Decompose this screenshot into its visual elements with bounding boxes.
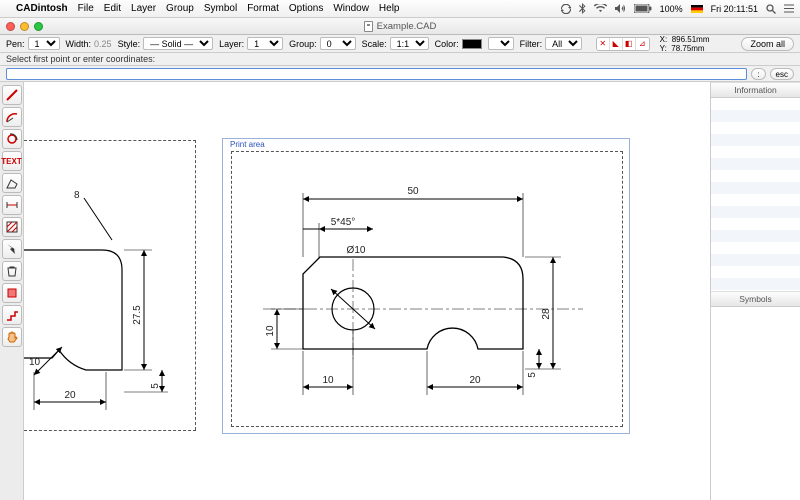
app-menu[interactable]: CADintosh — [16, 3, 68, 14]
macos-menubar: CADintosh File Edit Layer Group Symbol F… — [0, 0, 800, 18]
window-titlebar: Example.CAD — [0, 18, 800, 35]
zoom-button[interactable] — [34, 22, 43, 31]
step-tool[interactable] — [2, 305, 22, 325]
menu-help[interactable]: Help — [379, 3, 400, 14]
coord-readout: X: 896.51mm Y: 78.75mm — [660, 35, 710, 53]
menubar-right: 100% Fri 20:11:51 — [561, 3, 794, 14]
style-select[interactable]: — Solid — — [143, 37, 213, 50]
symbols-panel-header[interactable]: Symbols — [711, 291, 800, 307]
line-tool[interactable] — [2, 85, 22, 105]
svg-text:5: 5 — [527, 372, 538, 378]
width-label: Width: — [66, 39, 92, 49]
menu-edit[interactable]: Edit — [104, 3, 121, 14]
svg-text:10: 10 — [322, 375, 334, 386]
document-title: Example.CAD — [377, 21, 437, 32]
snap-angle-icon[interactable]: ◣ — [610, 38, 623, 50]
sync-icon — [561, 4, 571, 14]
close-button[interactable] — [6, 22, 15, 31]
esc-button[interactable]: esc — [770, 68, 794, 80]
svg-text:10: 10 — [265, 325, 276, 337]
filter-label: Filter: — [520, 39, 543, 49]
width-value: 0.25 — [94, 39, 112, 49]
traffic-lights[interactable] — [6, 22, 43, 31]
menu-group[interactable]: Group — [166, 3, 194, 14]
menu-window[interactable]: Window — [333, 3, 369, 14]
flag-icon — [691, 5, 703, 13]
hand-tool[interactable] — [2, 327, 22, 347]
speaker-icon — [615, 4, 626, 13]
text-tool[interactable]: TEXT — [2, 151, 22, 171]
svg-text:Ø10: Ø10 — [347, 245, 366, 256]
battery-icon — [634, 4, 652, 13]
svg-text:20: 20 — [469, 375, 481, 386]
svg-text:28: 28 — [541, 308, 552, 320]
color-label: Color: — [435, 39, 459, 49]
colon-button[interactable]: : — [751, 68, 765, 80]
document-icon — [364, 21, 373, 32]
shape-tool[interactable] — [2, 283, 22, 303]
symbols-panel-body — [711, 307, 800, 500]
menu-layer[interactable]: Layer — [131, 3, 156, 14]
menu-file[interactable]: File — [78, 3, 94, 14]
main-drawing-page: 50 5*45° Ø10 10 10 20 — [222, 138, 630, 434]
group-select[interactable]: 0 — [320, 37, 356, 50]
layer-label: Layer: — [219, 39, 244, 49]
hatch-tool[interactable] — [2, 217, 22, 237]
zoom-all-button[interactable]: Zoom all — [741, 37, 794, 51]
poly-tool[interactable] — [2, 173, 22, 193]
group-label: Group: — [289, 39, 317, 49]
battery-percent: 100% — [660, 4, 683, 14]
snap-end-icon[interactable]: ⊿ — [636, 38, 649, 50]
drawing-canvas[interactable]: Print area 8 27.5 10 20 — [24, 82, 710, 500]
snap-x-icon[interactable]: ✕ — [597, 38, 610, 50]
menu-options[interactable]: Options — [289, 3, 323, 14]
gear-select[interactable]: ✲ — [488, 37, 514, 50]
filter-select[interactable]: All — [545, 37, 582, 50]
svg-text:50: 50 — [407, 186, 419, 197]
information-panel-body — [711, 98, 800, 291]
layer-select[interactable]: 1 — [247, 37, 283, 50]
pen-label: Pen: — [6, 39, 25, 49]
style-label: Style: — [118, 39, 141, 49]
spotlight-icon — [766, 4, 776, 14]
tool-palette: TEXT — [0, 82, 24, 500]
clock: Fri 20:11:51 — [711, 4, 758, 14]
circle-tool[interactable] — [2, 129, 22, 149]
menu-format[interactable]: Format — [247, 3, 279, 14]
trash-tool[interactable] — [2, 261, 22, 281]
arc-tool[interactable] — [2, 107, 22, 127]
svg-text:8: 8 — [74, 190, 80, 201]
notifications-icon — [784, 4, 794, 13]
menu-symbol[interactable]: Symbol — [204, 3, 237, 14]
snap-grid-icon[interactable]: ◧ — [623, 38, 636, 50]
workspace: TEXT Print area 8 27.5 — [0, 82, 800, 500]
status-line: Select first point or enter coordinates: — [0, 53, 800, 66]
scale-select[interactable]: 1:1 — [390, 37, 429, 50]
command-input-row: : esc — [0, 66, 800, 82]
information-panel-header[interactable]: Information — [711, 82, 800, 98]
partial-drawing-left: 8 27.5 10 20 5 — [24, 140, 200, 430]
bluetooth-icon — [579, 3, 586, 14]
snap-buttons[interactable]: ✕◣◧⊿ — [596, 37, 650, 51]
dimension-tool[interactable] — [2, 195, 22, 215]
pen-select[interactable]: 1 — [28, 37, 60, 50]
svg-text:20: 20 — [64, 390, 76, 401]
svg-text:5: 5 — [150, 383, 161, 389]
right-panel: Information Symbols — [710, 82, 800, 500]
svg-text:10: 10 — [29, 357, 41, 368]
wifi-icon — [594, 4, 607, 13]
svg-text:27.5: 27.5 — [132, 305, 143, 325]
option-bar: Pen:1 Width:0.25 Style:— Solid — Layer:1… — [0, 35, 800, 53]
svg-text:5*45°: 5*45° — [331, 217, 356, 228]
color-swatch[interactable] — [462, 39, 482, 49]
scale-label: Scale: — [362, 39, 387, 49]
minimize-button[interactable] — [20, 22, 29, 31]
arrow-tool[interactable] — [2, 239, 22, 259]
command-input[interactable] — [6, 68, 747, 80]
